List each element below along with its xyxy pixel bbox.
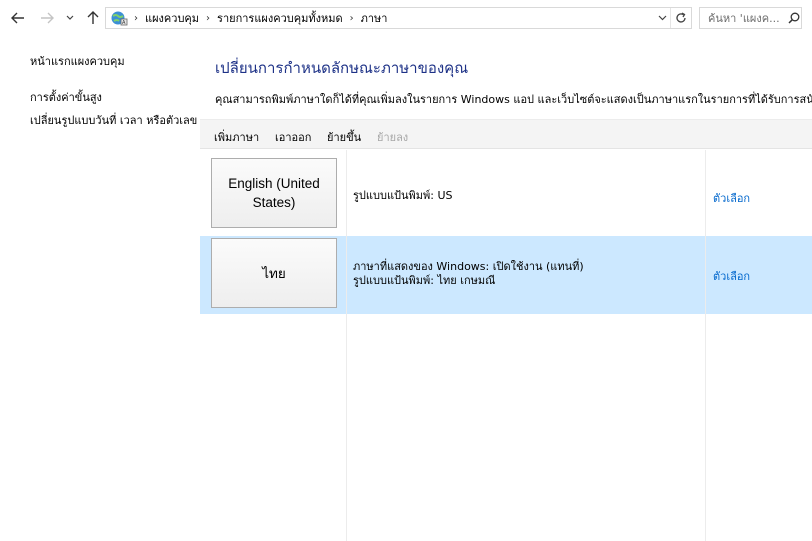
move-down-button[interactable]: ย้ายลง	[377, 128, 408, 146]
control-panel-icon: A	[108, 8, 130, 28]
back-button[interactable]	[9, 9, 27, 27]
breadcrumb-all-items[interactable]: รายการแผงควบคุมทั้งหมด	[214, 9, 346, 27]
column-divider	[346, 150, 347, 541]
breadcrumb-separator: ›	[134, 12, 138, 24]
options-link[interactable]: ตัวเลือก	[713, 189, 750, 207]
breadcrumb-separator: ›	[206, 12, 211, 24]
address-dropdown-button[interactable]	[654, 13, 670, 24]
breadcrumb-control-panel[interactable]: แผงควบคุม	[142, 9, 202, 27]
address-bar[interactable]: A › แผงควบคุม › รายการแผงควบคุมทั้งหมด ›…	[105, 7, 692, 29]
language-tile[interactable]: ไทย	[211, 238, 337, 308]
chevron-down-icon	[658, 15, 666, 20]
language-info-line: รูปแบบแป้นพิมพ์: US	[353, 189, 453, 202]
up-button[interactable]	[84, 9, 102, 27]
options-link[interactable]: ตัวเลือก	[713, 267, 750, 285]
refresh-icon	[676, 12, 686, 23]
link-advanced-settings[interactable]: การตั้งค่าขั้นสูง	[30, 88, 102, 106]
breadcrumb-separator: ›	[349, 12, 354, 24]
column-divider	[705, 150, 706, 541]
language-row-thai[interactable]: ไทย ภาษาที่แสดงของ Windows: เปิดใช้งาน (…	[200, 236, 812, 314]
forward-button[interactable]	[38, 9, 56, 27]
forward-arrow-icon	[41, 12, 54, 24]
page-description: คุณสามารถพิมพ์ภาษาใดก็ได้ที่คุณเพิ่มลงใน…	[215, 93, 812, 106]
breadcrumb-language[interactable]: ภาษา	[358, 9, 391, 27]
language-info: รูปแบบแป้นพิมพ์: US	[353, 189, 453, 203]
back-arrow-icon	[11, 12, 24, 24]
refresh-button[interactable]	[670, 8, 691, 28]
search-box[interactable]	[699, 7, 802, 29]
left-pane: หน้าแรกแผงควบคุม การตั้งค่าขั้นสูง เปลี่…	[0, 38, 200, 541]
add-language-button[interactable]: เพิ่มภาษา	[214, 128, 259, 146]
remove-button[interactable]: เอาออก	[275, 128, 311, 146]
up-arrow-icon	[87, 11, 99, 24]
search-icon[interactable]	[786, 12, 801, 24]
link-change-date-time-number-formats[interactable]: เปลี่ยนรูปแบบวันที่ เวลา หรือตัวเลข	[30, 111, 197, 129]
recent-locations-button[interactable]	[64, 9, 76, 27]
language-tile[interactable]: English (United States)	[211, 158, 337, 228]
language-info: ภาษาที่แสดงของ Windows: เปิดใช้งาน (แทนท…	[353, 260, 584, 288]
address-toolbar: A › แผงควบคุม › รายการแผงควบคุมทั้งหมด ›…	[0, 0, 812, 38]
language-list: English (United States) รูปแบบแป้นพิมพ์:…	[200, 150, 812, 541]
language-info-line: รูปแบบแป้นพิมพ์: ไทย เกษมณี	[353, 274, 496, 287]
chevron-down-icon	[66, 15, 74, 20]
svg-text:A: A	[122, 20, 126, 26]
page-title: เปลี่ยนการกำหนดลักษณะภาษาของคุณ	[215, 59, 469, 77]
language-toolbar: เพิ่มภาษา เอาออก ย้ายขึ้น ย้ายลง	[200, 119, 812, 149]
link-control-panel-home[interactable]: หน้าแรกแผงควบคุม	[30, 52, 125, 70]
language-info-line: ภาษาที่แสดงของ Windows: เปิดใช้งาน (แทนท…	[353, 260, 584, 273]
language-row-english[interactable]: English (United States) รูปแบบแป้นพิมพ์:…	[200, 157, 812, 235]
search-input[interactable]	[706, 10, 786, 26]
move-up-button[interactable]: ย้ายขึ้น	[327, 128, 361, 146]
